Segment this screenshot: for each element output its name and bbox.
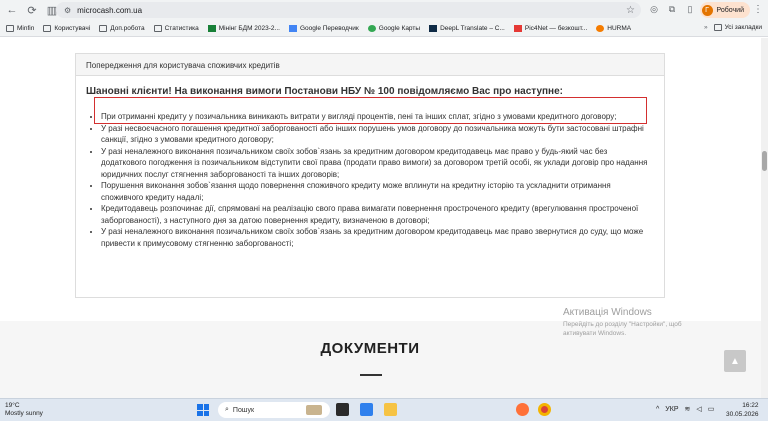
scrollbar[interactable]	[761, 38, 768, 398]
activation-text: Перейдіть до розділу "Настройки", щоб ак…	[563, 321, 682, 337]
list-item: Порушення виконання зобов`язання щодо по…	[101, 180, 654, 203]
pic4net-icon	[513, 24, 522, 32]
search-icon: ⌕	[225, 406, 229, 413]
deepl-icon	[429, 24, 438, 32]
extensions-icon[interactable]: ⧉	[666, 3, 678, 15]
folder-icon	[153, 24, 162, 32]
site-info-icon[interactable]: ⚙	[64, 6, 71, 15]
bookmark-extra-work[interactable]: Доп.робота	[99, 24, 145, 32]
back-icon[interactable]: ←	[4, 2, 20, 18]
list-item: У разі неналежного виконання позичальник…	[101, 146, 654, 181]
windows-start-icon[interactable]	[197, 404, 209, 416]
bookmark-minfin[interactable]: Minfin	[6, 24, 34, 32]
warning-list: При отриманні кредиту у позичальника вин…	[86, 111, 654, 249]
scroll-to-top-button[interactable]: ▲	[724, 350, 746, 372]
chrome-icon[interactable]	[538, 403, 551, 416]
folder-icon	[99, 24, 108, 32]
search-label: Пошук	[232, 406, 255, 414]
folder-icon	[713, 24, 722, 31]
sheet-icon	[207, 24, 216, 32]
list-item: У разі неналежного виконання позичальник…	[101, 226, 654, 249]
intro-text: Шановні клієнти! На виконання вимоги Пос…	[86, 86, 563, 97]
taskbar-search[interactable]: ⌕ Пошук	[218, 402, 330, 418]
activation-title: Активація Windows	[563, 307, 652, 318]
list-item: У разі несвоєчасного погашення кредитної…	[101, 123, 654, 146]
list-item: Кредитодавець розпочинає дії, спрямовані…	[101, 203, 654, 226]
date: 30.05.2026	[726, 411, 759, 418]
folder-icon	[43, 24, 52, 32]
screenshot-icon[interactable]: ◎	[648, 3, 660, 15]
profile-label: Робочий	[716, 6, 744, 14]
sidebar-icon[interactable]: ▯	[684, 3, 696, 15]
panel-heading: Попередження для користувача споживчих к…	[76, 54, 664, 76]
reload-icon[interactable]: ⟳	[24, 2, 40, 18]
wifi-icon[interactable]: ≋	[685, 405, 691, 413]
battery-icon[interactable]: ▭	[708, 405, 715, 413]
translate-icon	[288, 24, 297, 32]
system-tray: ^ УКР ≋ ◁ ▭	[656, 405, 715, 414]
maps-icon	[367, 24, 376, 32]
bookmark-pic4net[interactable]: Pic4Net — безкошт...	[513, 24, 587, 32]
chevron-right-icon: »	[703, 24, 708, 31]
task-view-icon[interactable]	[336, 403, 349, 416]
volume-icon[interactable]: ◁	[696, 405, 701, 413]
clock[interactable]: 16:22 30.05.2026	[726, 401, 759, 419]
browser-toolbar: ← ⟳ ▥ ⚙ microcash.com.ua ☆ ◎ ⧉ ▯ Г Робоч…	[0, 0, 768, 20]
warning-panel: Попередження для користувача споживчих к…	[75, 53, 665, 298]
weather-temperature: 19°C	[5, 402, 20, 409]
address-bar[interactable]: ⚙ microcash.com.ua ☆	[56, 2, 641, 18]
search-highlight-image	[306, 405, 322, 415]
bookmark-google-maps[interactable]: Google Карты	[367, 24, 420, 32]
list-item: При отриманні кредиту у позичальника вин…	[101, 111, 654, 123]
bookmark-statistics[interactable]: Статистика	[153, 24, 199, 32]
firefox-icon[interactable]	[516, 403, 529, 416]
language-indicator[interactable]: УКР	[665, 406, 678, 413]
bookmarks-bar: Minfin Користувачі Доп.робота Статистика…	[0, 20, 768, 37]
bookmark-hurma[interactable]: HURMA	[596, 24, 631, 32]
all-bookmarks[interactable]: » Усі закладки	[704, 24, 762, 31]
title-underline	[360, 374, 382, 376]
weather-condition: Mostly sunny	[5, 410, 43, 417]
menu-icon[interactable]: ⋮	[753, 4, 763, 15]
avatar: Г	[701, 4, 713, 16]
taskbar: 19°C Mostly sunny ⌕ Пошук ^ УКР ≋ ◁ ▭ 16…	[0, 398, 768, 421]
bookmark-google-translate[interactable]: Google Переводчик	[288, 24, 359, 32]
bookmark-users[interactable]: Користувачі	[43, 24, 90, 32]
file-explorer-icon[interactable]	[384, 403, 397, 416]
chevron-up-icon[interactable]: ^	[656, 406, 659, 413]
weather-widget[interactable]: 19°C Mostly sunny	[5, 402, 43, 418]
documents-title: ДОКУМЕНТИ	[320, 340, 420, 357]
bookmark-mining[interactable]: Мінінг БДМ 2023-2...	[207, 24, 280, 32]
url-text: microcash.com.ua	[77, 5, 143, 15]
scrollbar-thumb[interactable]	[762, 151, 767, 171]
folder-icon	[6, 24, 14, 32]
hurma-icon	[596, 24, 605, 32]
bookmark-star-icon[interactable]: ☆	[626, 5, 635, 16]
time: 16:22	[742, 402, 759, 409]
widgets-icon[interactable]	[360, 403, 373, 416]
windows-activation-watermark: Активація Windows Перейдіть до розділу "…	[563, 307, 703, 338]
web-page: Попередження для користувача споживчих к…	[0, 38, 768, 398]
profile-button[interactable]: Г Робочий	[699, 2, 750, 18]
bookmark-deepl[interactable]: DeepL Translate – С...	[429, 24, 505, 32]
